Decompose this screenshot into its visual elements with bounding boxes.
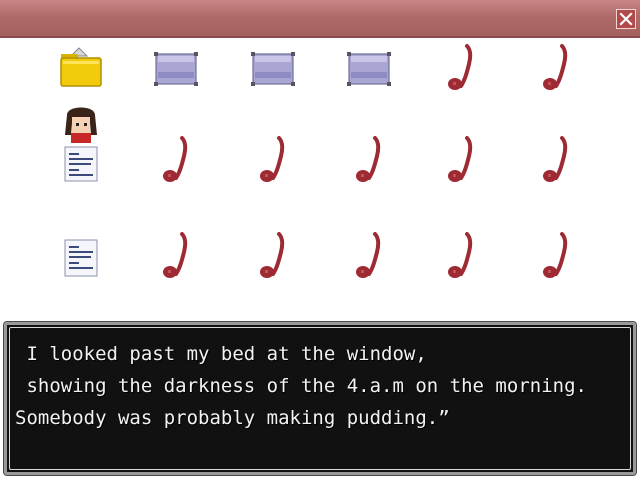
item-grid [0,40,640,322]
music-note-item[interactable] [433,228,489,284]
folder-icon [60,47,102,87]
music-note-item[interactable] [148,132,204,188]
music-note-icon [163,136,188,182]
music-note-item[interactable] [433,132,489,188]
music-note-icon [163,232,188,278]
folder-item[interactable] [53,40,109,96]
document-item[interactable] [53,230,109,286]
music-note-item[interactable] [341,228,397,284]
music-note-icon [448,136,473,182]
music-note-icon [543,232,568,278]
music-note-icon [260,232,285,278]
music-note-item[interactable] [528,132,584,188]
dialog-line-3: Somebody was probably making pudding.” [15,407,450,429]
music-note-item[interactable] [528,40,584,96]
dialog-line-1: I looked past my bed at the window, [15,343,427,365]
music-note-item[interactable] [433,40,489,96]
music-note-icon [448,232,473,278]
dialog-box[interactable]: I looked past my bed at the window, show… [3,321,637,476]
text-document-icon [64,239,98,277]
character-note-item[interactable] [53,105,109,185]
envelope-item-1[interactable] [148,40,204,96]
music-note-item[interactable] [245,132,301,188]
dialog-line-2: showing the darkness of the 4.a.m on the… [15,375,587,397]
envelope-item-3[interactable] [341,40,397,96]
music-note-icon [260,136,285,182]
character-portrait-note-icon [64,107,98,182]
window-titlebar [0,0,640,38]
music-note-icon [543,44,568,90]
music-note-item[interactable] [341,132,397,188]
music-note-icon [356,136,381,182]
music-note-icon [356,232,381,278]
music-note-icon [543,136,568,182]
envelope-item-2[interactable] [245,40,301,96]
music-note-item[interactable] [528,228,584,284]
music-note-icon [448,44,473,90]
envelope-icon [154,52,198,86]
close-button[interactable] [616,9,636,29]
music-note-item[interactable] [148,228,204,284]
envelope-icon [251,52,295,86]
envelope-icon [347,52,391,86]
music-note-item[interactable] [245,228,301,284]
close-x-icon [619,12,633,26]
